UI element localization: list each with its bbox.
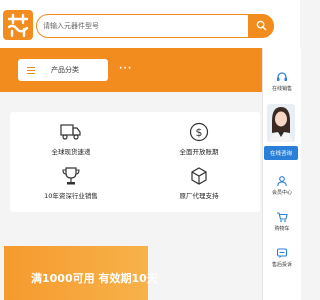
- brand-logo[interactable]: [3, 10, 33, 40]
- service-icon: [276, 247, 288, 258]
- menu-icon: [27, 65, 35, 76]
- box-icon: [191, 167, 207, 185]
- category-button[interactable]: 产品分类: [18, 59, 108, 81]
- search-button[interactable]: [248, 13, 274, 38]
- user-icon: [277, 175, 287, 186]
- service-label: 全球现货速递: [51, 148, 91, 156]
- search-box: [36, 13, 274, 38]
- sidebar-item-complaint[interactable]: 售后投诉: [263, 246, 301, 268]
- service-item[interactable]: 全球现货速递: [26, 120, 116, 156]
- consult-label: 在线咨询: [269, 151, 292, 157]
- headset-icon: [277, 71, 287, 81]
- service-item[interactable]: 原厂代理支持: [154, 164, 244, 200]
- more-button[interactable]: ···: [119, 64, 132, 74]
- svg-text:$: $: [196, 126, 203, 139]
- search-input[interactable]: [43, 18, 243, 34]
- truck-icon: [60, 124, 81, 140]
- trophy-icon: [62, 167, 80, 185]
- services-panel: 全球现货速递 $ 全面开放账期 10年资深行业销售 原厂代理支持: [10, 112, 260, 212]
- service-label: 10年资深行业销售: [44, 192, 98, 200]
- cart-icon: [277, 211, 288, 222]
- service-item[interactable]: 10年资深行业销售: [26, 164, 116, 200]
- coupon-text: 满1000可用 有效期10天: [31, 272, 158, 285]
- sidebar-item-member[interactable]: 会员中心: [263, 174, 301, 196]
- sidebar-item-label: 购物车: [274, 226, 290, 232]
- right-sidebar: 在线销售 会员中心 购物车 售后投诉: [262, 48, 301, 300]
- service-label: 原厂代理支持: [179, 192, 219, 200]
- online-consult-button[interactable]: 在线咨询: [264, 146, 298, 160]
- service-label: 全面开放账期: [179, 148, 219, 156]
- sidebar-item-label: 会员中心: [271, 190, 292, 196]
- sidebar-item-sales[interactable]: 在线销售: [263, 70, 301, 92]
- coupon-banner[interactable]: 满1000可用 有效期10天: [4, 246, 158, 300]
- dollar-icon: $: [189, 122, 209, 142]
- service-item[interactable]: $ 全面开放账期: [154, 120, 244, 156]
- category-label: 产品分类: [51, 66, 79, 74]
- sidebar-item-label: 在线销售: [271, 86, 292, 92]
- sales-avatar: [267, 104, 295, 142]
- search-icon: [256, 20, 266, 31]
- header: [0, 0, 300, 48]
- sidebar-item-label: 售后投诉: [271, 262, 292, 268]
- sidebar-item-cart[interactable]: 购物车: [263, 210, 301, 232]
